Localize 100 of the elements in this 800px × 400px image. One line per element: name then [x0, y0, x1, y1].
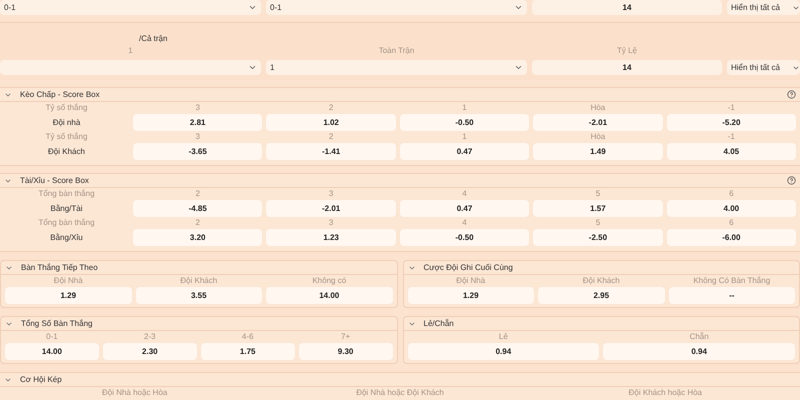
help-icon[interactable]	[787, 176, 796, 185]
odds-cell[interactable]: 4.05	[666, 143, 796, 160]
odds-cell[interactable]: 14.00	[266, 287, 392, 304]
odds-cell[interactable]: 1.02	[266, 114, 396, 131]
column-label: 2	[328, 131, 334, 143]
column-label: 6	[729, 188, 734, 200]
odds-cell[interactable]: -3.65	[133, 143, 262, 160]
column-label: 4	[462, 188, 467, 200]
odds-cell[interactable]: 1.57	[533, 200, 663, 217]
field-label: Tỷ Lệ	[616, 45, 637, 57]
column-label: 2	[195, 217, 200, 229]
odds-cell[interactable]: 3.55	[136, 287, 262, 304]
row-label: Bằng/Xỉu	[50, 232, 83, 244]
column-label: Chẵn	[690, 331, 709, 343]
column-label: -1	[728, 102, 735, 114]
section-title: Lẻ/Chẵn	[424, 318, 454, 330]
column-label: 7+	[341, 331, 350, 343]
input-field[interactable]: 14	[532, 0, 722, 15]
odds-cell[interactable]: -2.01	[266, 200, 396, 217]
select-field[interactable]: 0-1	[0, 0, 261, 15]
field-label: 1	[128, 45, 133, 57]
chevron-down-icon	[514, 3, 523, 12]
row-label: Đội nhà	[52, 116, 80, 128]
select-field[interactable]: 0-1	[266, 0, 527, 15]
odds-cell[interactable]: 1.29	[408, 287, 534, 304]
filter-dropdown[interactable]: Hiển thị tất cả	[727, 0, 800, 15]
odds-cell[interactable]: 2.81	[133, 114, 262, 131]
odds-cell[interactable]: 1.49	[533, 143, 663, 160]
odds-cell[interactable]: 1.29	[5, 287, 132, 304]
odds-cell[interactable]: 2.30	[102, 343, 197, 360]
odds-cell[interactable]: -0.50	[400, 229, 530, 246]
input-field[interactable]: 14	[532, 60, 722, 75]
column-label: Tổng bàn thắng	[38, 188, 95, 200]
section-title: Cơ Hội Kép	[20, 374, 62, 386]
column-label: 5	[596, 217, 600, 229]
filter-dropdown[interactable]: Hiển thị tất cả	[727, 60, 800, 75]
row-label: Bằng/Tài	[50, 202, 83, 214]
column-label: 1	[462, 131, 467, 143]
column-label: Đội Nhà	[456, 275, 486, 287]
column-label: Không có	[312, 275, 346, 287]
odds-cell[interactable]: -0.50	[400, 114, 530, 131]
column-label: 6	[729, 217, 734, 229]
panel-title: /Cả trận	[139, 33, 168, 45]
column-label: Đội Nhà	[54, 275, 83, 287]
column-label: Không Có Bàn Thắng	[693, 275, 770, 287]
chevron-down-icon	[248, 63, 257, 72]
section-title: Tổng Số Bàn Thắng	[21, 318, 92, 330]
column-label: Lẻ	[498, 331, 508, 343]
odds-cell[interactable]: 0.47	[400, 200, 530, 217]
section-title: Bàn Thắng Tiếp Theo	[21, 262, 98, 274]
odds-cell[interactable]: 14.00	[5, 343, 99, 360]
odds-cell[interactable]: 0.94	[603, 343, 795, 360]
odds-cell[interactable]: 4.00	[666, 200, 796, 217]
row-label: Đội Khách	[48, 146, 85, 158]
chevron-down-icon	[514, 63, 523, 72]
odds-cell[interactable]: 3.20	[133, 229, 262, 246]
odds-cell[interactable]: 1.23	[266, 229, 396, 246]
odds-cell[interactable]: 1.75	[200, 343, 295, 360]
field-label: Toàn Trận	[378, 45, 414, 57]
help-icon[interactable]	[787, 90, 796, 99]
column-label: 1	[462, 102, 467, 114]
odds-cell[interactable]: 0.94	[408, 343, 600, 360]
column-label: Đội Nhà hoặc Đội Khách	[356, 387, 444, 399]
column-label: Hòa	[590, 131, 606, 143]
column-label: Hòa	[590, 102, 606, 114]
column-label: 5	[596, 188, 600, 200]
select-field[interactable]: 1	[266, 60, 527, 75]
column-label: Đội Nhà hoặc Hòa	[102, 387, 168, 399]
chevron-down-icon	[248, 3, 257, 12]
odds-cell[interactable]: 2.95	[538, 287, 664, 304]
select-field[interactable]	[0, 60, 261, 75]
odds-cell[interactable]: -2.01	[533, 114, 663, 131]
column-label: Tỷ số thắng	[46, 102, 88, 114]
column-label: 2-3	[144, 331, 156, 343]
odds-cell[interactable]: -2.50	[533, 229, 663, 246]
column-label: Tổng bàn thắng	[38, 217, 95, 229]
column-label: Đội Khách hoặc Hòa	[628, 387, 702, 399]
odds-cell[interactable]: -5.20	[666, 114, 796, 131]
odds-cell[interactable]: -4.85	[133, 200, 262, 217]
odds-cell[interactable]: 0.47	[400, 143, 530, 160]
odds-cell[interactable]: -6.00	[666, 229, 796, 246]
column-label: 4-6	[242, 331, 254, 343]
odds-cell[interactable]: 9.30	[298, 343, 392, 360]
column-label: Tỷ số thắng	[46, 131, 88, 143]
column-label: -1	[728, 131, 735, 143]
odds-cell[interactable]: --	[668, 287, 795, 304]
column-label: 3	[195, 102, 200, 114]
column-label: Đội Khách	[582, 275, 620, 287]
column-label: 3	[328, 217, 334, 229]
column-label: Đội Khách	[180, 275, 218, 287]
column-label: 2	[328, 102, 334, 114]
section-title: Cược Đội Ghi Cuối Cùng	[424, 262, 513, 274]
column-label: 3	[328, 188, 334, 200]
column-label: 0-1	[46, 331, 58, 343]
odds-cell[interactable]: -1.41	[266, 143, 396, 160]
column-label: 2	[195, 188, 200, 200]
column-label: 3	[195, 131, 200, 143]
section-title: Kèo Chấp - Score Box	[20, 88, 100, 100]
column-label: 4	[462, 217, 467, 229]
section-title: Tài/Xỉu - Score Box	[20, 174, 89, 186]
